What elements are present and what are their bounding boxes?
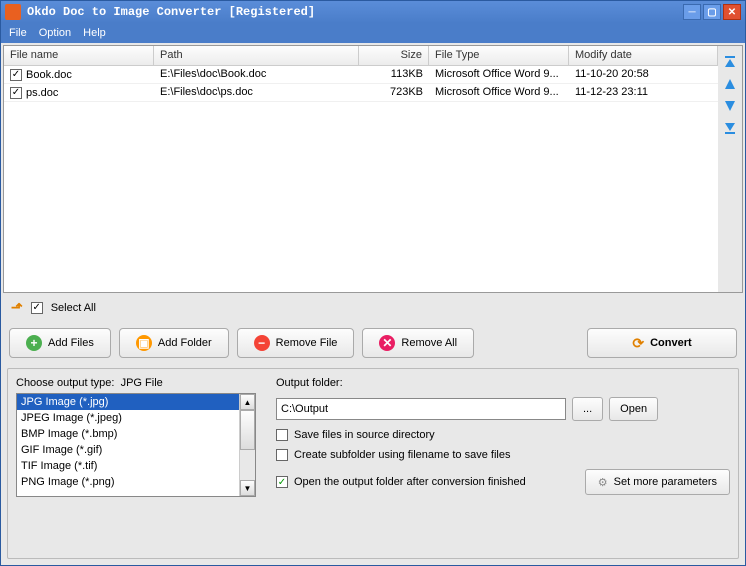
move-up-button[interactable]: [722, 76, 738, 92]
toolbar: +Add Files ▣Add Folder −Remove File ✕Rem…: [3, 322, 743, 364]
move-bottom-button[interactable]: [722, 120, 738, 136]
create-subfolder-label: Create subfolder using filename to save …: [294, 449, 510, 461]
selectall-checkbox[interactable]: ✓: [31, 302, 43, 314]
add-folder-button[interactable]: ▣Add Folder: [119, 328, 229, 358]
scroll-up-button[interactable]: ▲: [240, 394, 255, 410]
cell-date: 11-10-20 20:58: [569, 66, 718, 83]
app-window: Okdo Doc to Image Converter [Registered]…: [0, 0, 746, 566]
selectall-row: ⬏ ✓ Select All: [3, 293, 743, 322]
clear-icon: ✕: [379, 335, 395, 351]
close-button[interactable]: ✕: [723, 4, 741, 20]
table-header: File name Path Size File Type Modify dat…: [4, 46, 718, 66]
reorder-buttons: [718, 46, 742, 292]
folder-icon: ▣: [136, 335, 152, 351]
list-item[interactable]: GIF Image (*.gif): [17, 442, 239, 458]
browse-button[interactable]: ...: [572, 397, 603, 421]
row-checkbox[interactable]: ✓: [10, 69, 22, 81]
output-type-listbox[interactable]: JPG Image (*.jpg)JPEG Image (*.jpeg)BMP …: [16, 393, 256, 497]
file-table-area: File name Path Size File Type Modify dat…: [3, 45, 743, 293]
content-area: File name Path Size File Type Modify dat…: [1, 43, 745, 565]
output-folder-label: Output folder:: [276, 377, 730, 389]
convert-button[interactable]: ⟳Convert: [587, 328, 737, 358]
settings-panel: Choose output type: JPG File JPG Image (…: [7, 368, 739, 559]
list-item[interactable]: JPG Image (*.jpg): [17, 394, 239, 410]
cell-date: 11-12-23 23:11: [569, 84, 718, 101]
app-icon: [5, 4, 21, 20]
output-type-label: Choose output type: JPG File: [16, 377, 256, 389]
list-item[interactable]: PNG Image (*.png): [17, 474, 239, 490]
remove-file-button[interactable]: −Remove File: [237, 328, 355, 358]
move-top-button[interactable]: [722, 54, 738, 70]
selectall-label: Select All: [51, 302, 96, 314]
list-item[interactable]: BMP Image (*.bmp): [17, 426, 239, 442]
cell-size: 723KB: [359, 84, 429, 101]
menu-file[interactable]: File: [9, 27, 27, 39]
output-folder-input[interactable]: [276, 398, 566, 420]
cell-path: E:\Files\doc\Book.doc: [154, 66, 359, 83]
open-folder-button[interactable]: Open: [609, 397, 658, 421]
menu-option[interactable]: Option: [39, 27, 71, 39]
table-row[interactable]: ✓ Book.doc E:\Files\doc\Book.doc 113KB Mi…: [4, 66, 718, 84]
table-row[interactable]: ✓ ps.doc E:\Files\doc\ps.doc 723KB Micros…: [4, 84, 718, 102]
set-more-parameters-button[interactable]: ⚙Set more parameters: [585, 469, 730, 495]
cell-type: Microsoft Office Word 9...: [429, 84, 569, 101]
menu-help[interactable]: Help: [83, 27, 106, 39]
plus-icon: +: [26, 335, 42, 351]
cell-type: Microsoft Office Word 9...: [429, 66, 569, 83]
col-filetype[interactable]: File Type: [429, 46, 569, 65]
move-down-button[interactable]: [722, 98, 738, 114]
open-after-checkbox[interactable]: ✓: [276, 476, 288, 488]
save-source-checkbox[interactable]: [276, 429, 288, 441]
titlebar: Okdo Doc to Image Converter [Registered]…: [1, 1, 745, 23]
col-modify[interactable]: Modify date: [569, 46, 718, 65]
minus-icon: −: [254, 335, 270, 351]
parent-folder-icon[interactable]: ⬏: [11, 299, 23, 316]
window-title: Okdo Doc to Image Converter [Registered]: [27, 5, 683, 19]
list-item[interactable]: TIF Image (*.tif): [17, 458, 239, 474]
open-after-label: Open the output folder after conversion …: [294, 476, 526, 488]
cell-filename: Book.doc: [26, 69, 72, 81]
add-files-button[interactable]: +Add Files: [9, 328, 111, 358]
save-source-label: Save files in source directory: [294, 429, 435, 441]
create-subfolder-checkbox[interactable]: [276, 449, 288, 461]
cell-path: E:\Files\doc\ps.doc: [154, 84, 359, 101]
col-size[interactable]: Size: [359, 46, 429, 65]
col-path[interactable]: Path: [154, 46, 359, 65]
listbox-scrollbar[interactable]: ▲ ▼: [239, 394, 255, 496]
menubar: File Option Help: [1, 23, 745, 43]
cell-size: 113KB: [359, 66, 429, 83]
remove-all-button[interactable]: ✕Remove All: [362, 328, 474, 358]
cell-filename: ps.doc: [26, 87, 58, 99]
scroll-down-button[interactable]: ▼: [240, 480, 255, 496]
convert-icon: ⟳: [632, 335, 644, 352]
table-body: ✓ Book.doc E:\Files\doc\Book.doc 113KB Mi…: [4, 66, 718, 102]
maximize-button[interactable]: ▢: [703, 4, 721, 20]
minimize-button[interactable]: ─: [683, 4, 701, 20]
row-checkbox[interactable]: ✓: [10, 87, 22, 99]
col-filename[interactable]: File name: [4, 46, 154, 65]
gear-icon: ⚙: [598, 476, 608, 489]
scroll-thumb[interactable]: [240, 410, 255, 450]
list-item[interactable]: JPEG Image (*.jpeg): [17, 410, 239, 426]
